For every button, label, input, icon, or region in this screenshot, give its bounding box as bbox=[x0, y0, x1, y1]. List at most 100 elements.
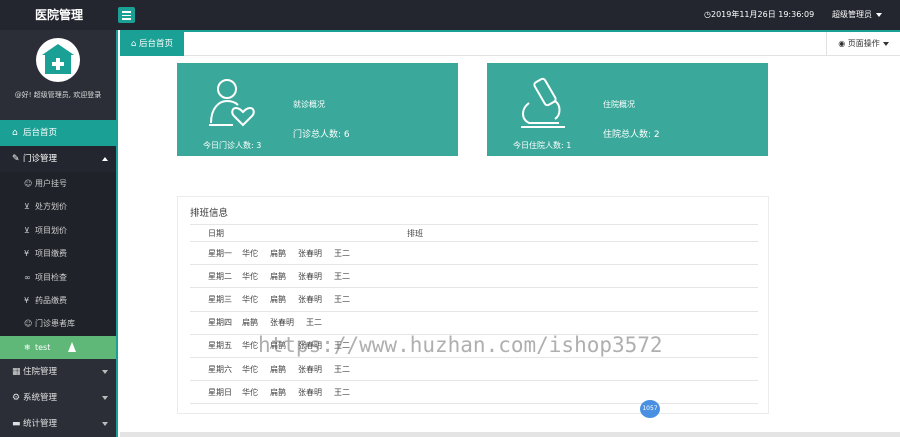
sidebar-subitem-patient-library[interactable]: ☺ 门诊患者库 bbox=[0, 312, 116, 336]
user-menu[interactable]: 超级管理员 bbox=[832, 0, 882, 30]
schedule-day: 星期日 bbox=[190, 380, 242, 405]
sidebar-subitem-item-check[interactable]: ∞ 项目检查 bbox=[0, 265, 116, 289]
inpatient-total: 住院总人数: 2 bbox=[603, 130, 660, 140]
inpatient-card-title: 住院概况 bbox=[603, 100, 635, 109]
doctor-name: 华佗 bbox=[242, 364, 258, 374]
subitem-label: 药品缴费 bbox=[35, 295, 67, 305]
chevron-down-icon bbox=[102, 396, 108, 401]
schedule-doctors: 华佗 扁鹊 张春明 王二 bbox=[242, 241, 758, 266]
schedule-day: 星期一 bbox=[190, 241, 242, 266]
home-icon: ⌂ bbox=[130, 39, 140, 49]
doctor-name: 华佗 bbox=[242, 294, 258, 304]
schedule-title: 排班信息 bbox=[190, 208, 229, 219]
doctor-name: 王二 bbox=[334, 271, 350, 281]
table-row: 星期四 扁鹊 张春明 王二 bbox=[190, 311, 758, 335]
table-row: 星期二 华佗 扁鹊 张春明 王二 bbox=[190, 264, 758, 289]
mouse-cursor-icon bbox=[68, 341, 76, 352]
doctor-name: 张春明 bbox=[298, 248, 322, 258]
sidebar-subitem-register[interactable]: ☺ 用户挂号 bbox=[0, 172, 116, 196]
sidebar-item-home[interactable]: ⌂ 后台首页 bbox=[0, 120, 116, 146]
sidebar-subitem-item-pricing[interactable]: ⊻ 项目划价 bbox=[0, 218, 116, 243]
tab-home[interactable]: ⌂ 后台首页 bbox=[120, 32, 184, 56]
page-ops-label: 页面操作 bbox=[847, 39, 880, 48]
table-row: 星期三 华佗 扁鹊 张春明 王二 bbox=[190, 287, 758, 312]
doctor-name: 张春明 bbox=[298, 387, 322, 397]
schedule-table: 日期 排班 星期一 华佗 扁鹊 张春明 王二 星期二 华佗 扁鹊 张春明 王二 星期三 华佗 扁鹊 张春明… bbox=[190, 224, 758, 405]
doctor-name: 张春明 bbox=[270, 318, 294, 328]
doctor-name: 华佗 bbox=[242, 271, 258, 281]
outpatient-summary-card: 今日门诊人数: 3 就诊概况 门诊总人数: 6 bbox=[177, 63, 458, 156]
sidebar-item-label: 统计管理 bbox=[23, 419, 58, 430]
sidebar-item-inpatient[interactable]: ▦ 住院管理 bbox=[0, 359, 116, 385]
schedule-doctors: 华佗 扁鹊 张春明 王二 bbox=[242, 287, 758, 312]
edit-icon: ✎ bbox=[12, 154, 20, 164]
gear-icon: ⚙ bbox=[12, 393, 21, 404]
hamburger-icon-line bbox=[122, 14, 131, 16]
table-row: 星期日 华佗 扁鹊 张春明 王二 bbox=[190, 380, 758, 405]
doctor-name: 华佗 bbox=[242, 341, 258, 351]
sidebar-subitem-prescription-pricing[interactable]: ⊻ 处方划价 bbox=[0, 195, 116, 219]
sidebar-item-label: 系统管理 bbox=[23, 393, 58, 404]
doctor-name: 王二 bbox=[334, 387, 350, 397]
doctor-name: 王二 bbox=[334, 294, 350, 304]
today-outpatient-count: 今日门诊人数: 3 bbox=[203, 141, 262, 150]
column-header-shift: 排班 bbox=[242, 224, 758, 242]
sidebar-item-system[interactable]: ⚙ 系统管理 bbox=[0, 385, 116, 411]
sidebar-subitem-test[interactable]: ❄ test bbox=[0, 335, 116, 360]
schedule-doctors: 扁鹊 张春明 王二 bbox=[242, 311, 758, 335]
avatar bbox=[36, 38, 80, 82]
sidebar-item-label: 后台首页 bbox=[23, 128, 58, 138]
building-icon: ▦ bbox=[12, 367, 21, 378]
home-icon: ⌂ bbox=[12, 128, 18, 138]
user-icon: ☺ bbox=[24, 319, 33, 329]
subitem-label: 处方划价 bbox=[35, 202, 67, 212]
sidebar-subitem-item-payment[interactable]: ¥ 项目缴费 bbox=[0, 242, 116, 266]
sidebar-item-label: 门诊管理 bbox=[23, 154, 58, 164]
yen-coin-icon: ¥ bbox=[24, 249, 30, 259]
doctor-name: 张春明 bbox=[298, 294, 322, 304]
today-inpatient-count: 今日住院人数: 1 bbox=[513, 141, 572, 150]
datetime-text: 2019年11月26日 19:36:09 bbox=[710, 10, 815, 19]
menu-toggle-button[interactable] bbox=[118, 7, 135, 23]
greeting-text: @好! 超级管理员, 欢迎登录 bbox=[14, 91, 102, 99]
floating-badge[interactable]: 1057 bbox=[640, 400, 660, 418]
column-header-date: 日期 bbox=[190, 224, 242, 242]
caret-down-icon bbox=[876, 12, 882, 17]
cart-icon: ⊻ bbox=[24, 225, 30, 235]
schedule-doctors: 华佗 扁鹊 张春明 王二 bbox=[242, 357, 758, 382]
subitem-label: 项目划价 bbox=[35, 225, 67, 235]
sidebar-item-outpatient[interactable]: ✎ 门诊管理 bbox=[0, 146, 116, 172]
doctor-name: 扁鹊 bbox=[270, 364, 286, 374]
chevron-down-icon bbox=[102, 370, 108, 375]
schedule-day: 星期三 bbox=[190, 287, 242, 312]
tab-bar: ⌂ 后台首页 ◉ 页面操作 bbox=[120, 30, 900, 56]
sidebar-item-label: 住院管理 bbox=[23, 367, 58, 378]
doctor-name: 扁鹊 bbox=[270, 248, 286, 258]
main-content: 今日门诊人数: 3 就诊概况 门诊总人数: 6 今日住院人数: 1 住院概况 住… bbox=[120, 56, 900, 432]
subitem-label: 用户挂号 bbox=[35, 179, 67, 188]
chat-icon: ▬ bbox=[12, 419, 21, 430]
yen-coin-icon: ¥ bbox=[24, 295, 30, 305]
profile-area: @好! 超级管理员, 欢迎登录 bbox=[0, 38, 116, 120]
subitem-label: test bbox=[35, 342, 51, 352]
doctor-name: 扁鹊 bbox=[242, 318, 258, 328]
doctor-name: 华佗 bbox=[242, 387, 258, 397]
schedule-panel: 排班信息 日期 排班 星期一 华佗 扁鹊 张春明 王二 星期二 华佗 扁鹊 张春明 王二 星期三 华佗… bbox=[177, 196, 769, 414]
schedule-day: 星期四 bbox=[190, 311, 242, 335]
inpatient-summary-card: 今日住院人数: 1 住院概况 住院总人数: 2 bbox=[487, 63, 768, 156]
microscope-icon bbox=[521, 77, 565, 128]
schedule-body: 星期一 华佗 扁鹊 张春明 王二 星期二 华佗 扁鹊 张春明 王二 星期三 华佗 扁鹊 张春明 王二 星期四扁… bbox=[190, 241, 758, 405]
cart-icon: ⊻ bbox=[24, 202, 30, 212]
page-operations-dropdown[interactable]: ◉ 页面操作 bbox=[826, 32, 900, 56]
doctor-name: 扁鹊 bbox=[270, 294, 286, 304]
table-row: 星期六 华佗 扁鹊 张春明 王二 bbox=[190, 357, 758, 382]
chevron-down-icon bbox=[102, 422, 108, 427]
horizontal-scrollbar[interactable] bbox=[120, 432, 900, 437]
chevron-up-icon bbox=[102, 157, 108, 161]
outpatient-card-title: 就诊概况 bbox=[293, 100, 325, 109]
sidebar-item-statistics[interactable]: ▬ 统计管理 bbox=[0, 411, 116, 437]
sidebar-subitem-drug-payment[interactable]: ¥ 药品缴费 bbox=[0, 288, 116, 313]
doctor-name: 王二 bbox=[306, 318, 322, 328]
top-bar: 医院管理 ◷2019年11月26日 19:36:09 超级管理员 bbox=[0, 0, 900, 30]
schedule-day: 星期五 bbox=[190, 334, 242, 358]
